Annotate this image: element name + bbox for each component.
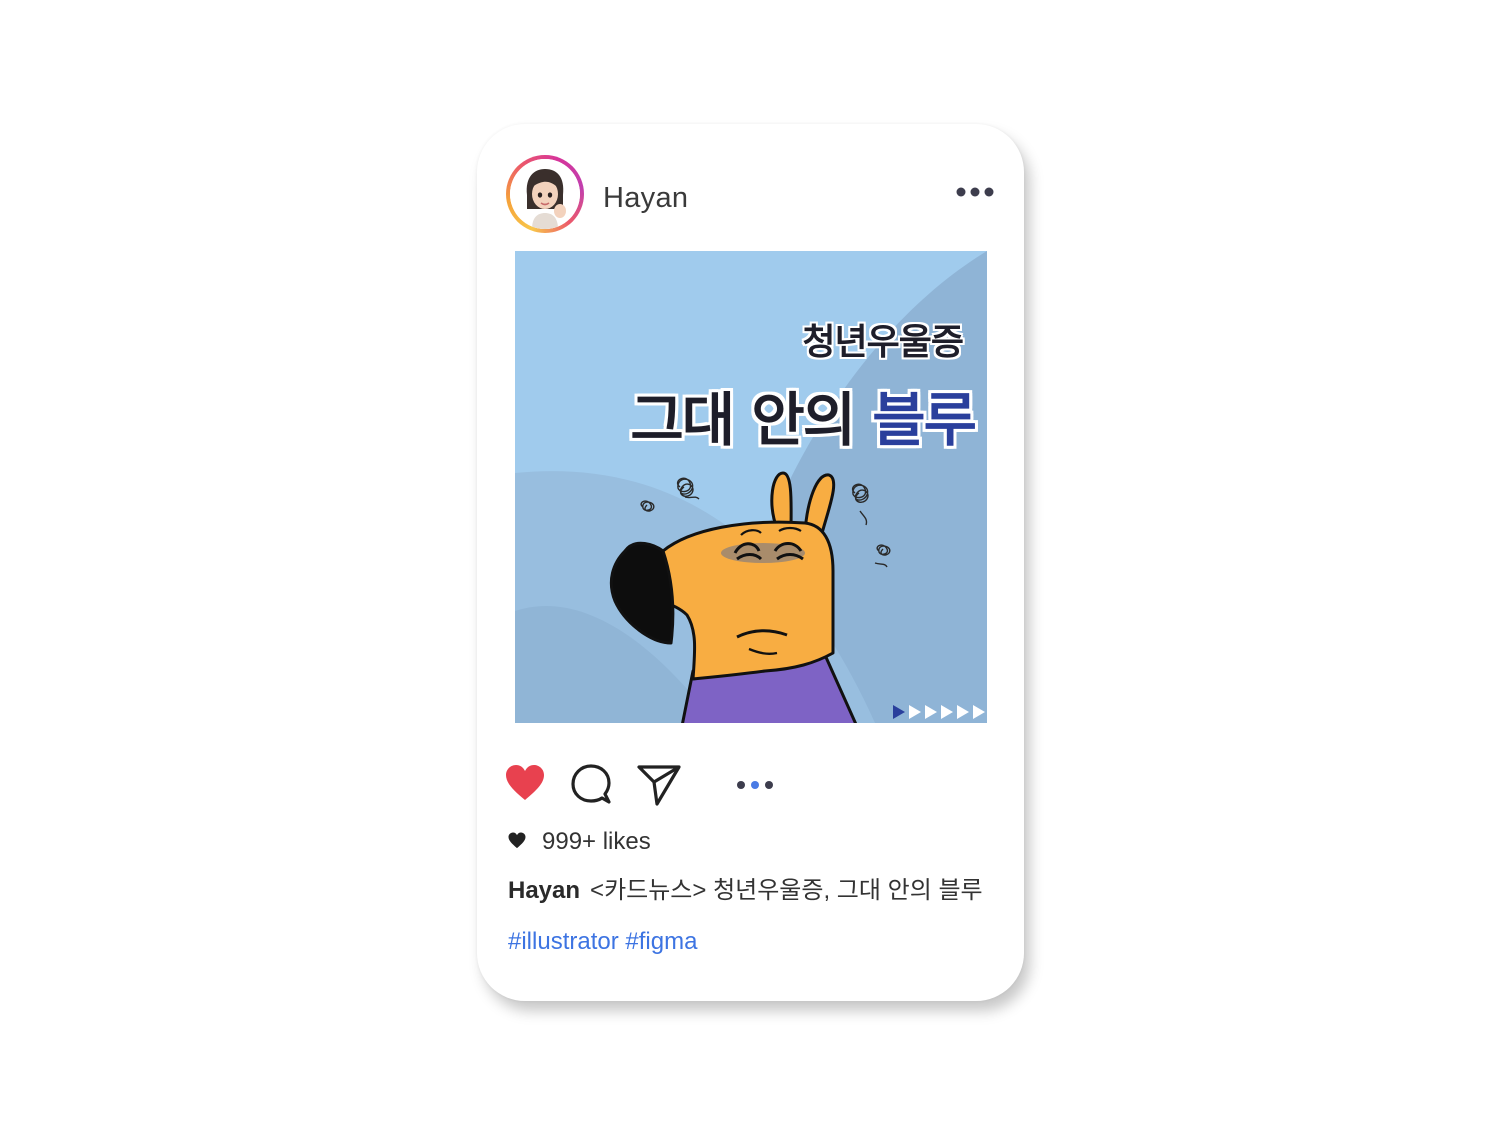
image-subtitle: 청년우울증 [802, 322, 964, 363]
caption-text: <카드뉴스> 청년우울증, 그대 안의 블루 [590, 877, 983, 904]
send-icon[interactable] [637, 764, 681, 811]
image-title: 그대 안의 블루 [630, 373, 977, 457]
action-bar [477, 756, 1024, 816]
comment-icon[interactable] [571, 764, 611, 809]
likes-count[interactable]: 999+ likes [542, 828, 651, 856]
avatar[interactable] [506, 155, 584, 233]
heart-icon[interactable] [505, 764, 545, 807]
more-horizontal-icon[interactable] [955, 184, 995, 205]
caption: Hayan <카드뉴스> 청년우울증, 그대 안의 블루 [508, 870, 983, 905]
image-title-dark: 그대 안의 [630, 386, 856, 454]
caption-username[interactable]: Hayan [508, 877, 580, 904]
carousel-dots-icon [735, 778, 775, 796]
image-title-blue: 블루 [872, 386, 977, 454]
hashtags[interactable]: #illustrator #figma [508, 928, 697, 956]
post-image[interactable]: 청년우울증 그대 안의 블루 [515, 251, 987, 723]
small-heart-icon [508, 832, 526, 854]
post-username[interactable]: Hayan [603, 182, 688, 215]
avatar-image [510, 159, 580, 229]
post-card: Hayan 청년우울증 그대 안의 블루 999+ likes Hayan <카… [477, 124, 1024, 1001]
